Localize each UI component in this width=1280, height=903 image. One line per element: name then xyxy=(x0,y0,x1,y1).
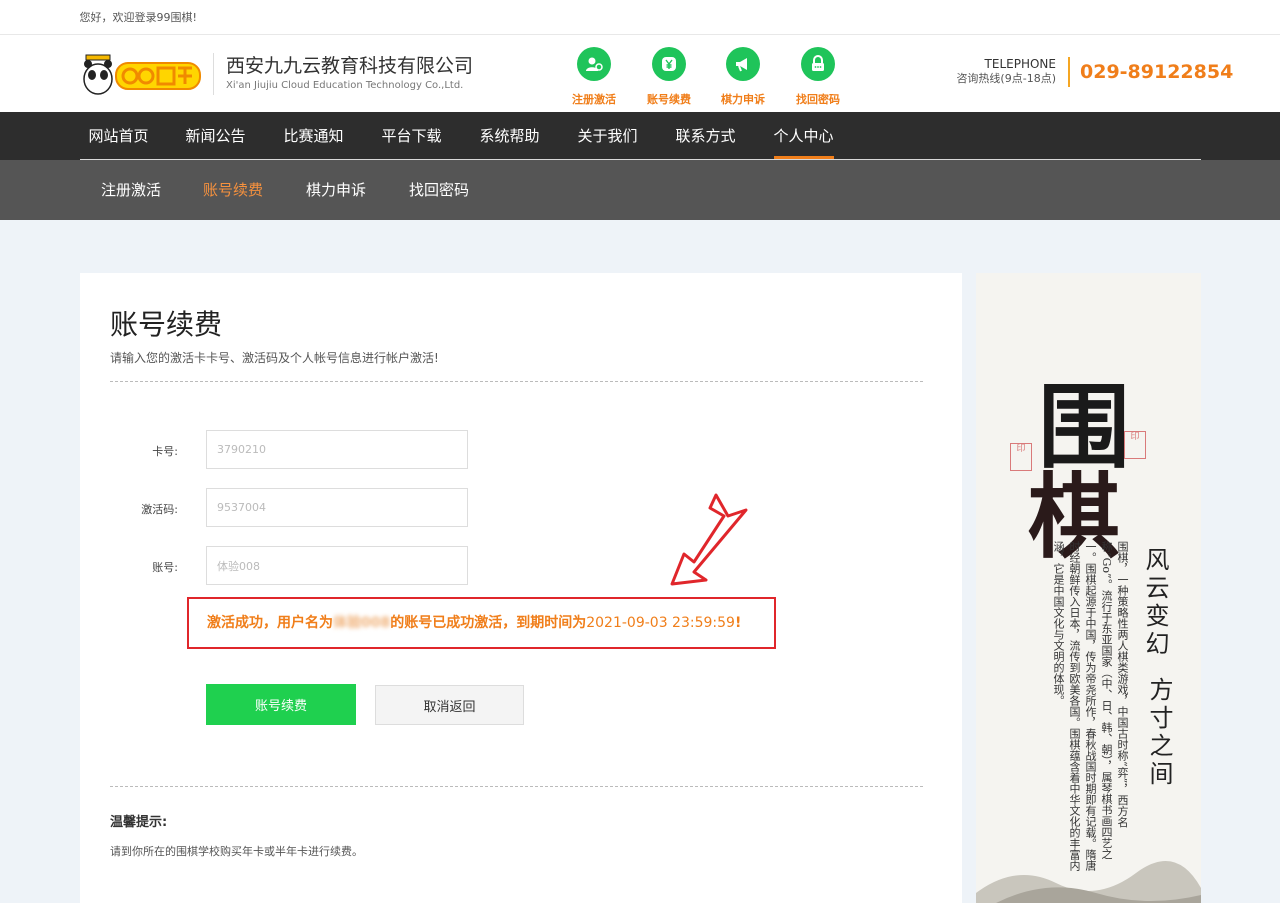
quick-link-label: 棋力申诉 xyxy=(721,93,765,106)
nav-item-competitions[interactable]: 比赛通知 xyxy=(284,112,344,159)
telephone-info: TELEPHONE 咨询热线(9点-18点) xyxy=(956,57,1056,87)
nav-item-personal-center[interactable]: 个人中心 xyxy=(773,112,834,159)
megaphone-icon xyxy=(726,47,760,81)
message-username: 体验008 xyxy=(333,615,391,631)
subnav-item-renew[interactable]: 账号续费 xyxy=(203,160,263,220)
company-name-cn: 西安九九云教育科技有限公司 xyxy=(226,55,474,77)
main-nav: 网站首页 新闻公告 比赛通知 平台下载 系统帮助 关于我们 联系方式 个人中心 xyxy=(0,112,1280,160)
banner-poem-2: 方寸之间 xyxy=(1145,677,1173,789)
divider xyxy=(110,786,923,787)
seal-stamp-icon: 印 xyxy=(1010,443,1032,471)
nav-item-download[interactable]: 平台下载 xyxy=(382,112,442,159)
success-message: 激活成功，用户名为体验008的账号已成功激活，到期时间为2021-09-03 2… xyxy=(187,597,776,649)
company-name-en: Xi'an Jiujiu Cloud Education Technology … xyxy=(226,80,464,91)
nav-item-contact[interactable]: 联系方式 xyxy=(676,112,736,159)
banner-description: 围棋，一种策略性两人棋类游戏，中国古时称“弈”，西方名称“Go”。流行于东亚国家… xyxy=(1052,541,1129,871)
quick-link-appeal[interactable]: 棋力申诉 xyxy=(713,47,773,107)
mountain-landscape-icon xyxy=(976,861,1201,903)
card-number-input[interactable] xyxy=(206,430,468,469)
divider xyxy=(110,381,923,382)
nav-item-home[interactable]: 网站首页 xyxy=(89,112,149,159)
tips-text: 请到你所在的围棋学校购买年卡或半年卡进行续费。 xyxy=(110,845,363,858)
message-suffix: ! xyxy=(734,615,742,631)
quick-link-renew[interactable]: 账号续费 xyxy=(639,47,699,107)
telephone-label: TELEPHONE xyxy=(984,57,1056,71)
activation-code-input[interactable] xyxy=(206,488,468,527)
quick-link-register[interactable]: 注册激活 xyxy=(564,47,624,107)
company-name: 西安九九云教育科技有限公司 Xi'an Jiujiu Cloud Educati… xyxy=(213,53,473,95)
site-header: 西安九九云教育科技有限公司 Xi'an Jiujiu Cloud Educati… xyxy=(0,35,1280,112)
panda-mascot-logo xyxy=(83,54,201,95)
quick-link-label: 找回密码 xyxy=(796,93,840,106)
quick-link-label: 注册激活 xyxy=(572,93,616,106)
weiqi-banner: 围 棋 印 印 风云变幻 方寸之间 围棋，一种策略性两人棋类游戏，中国古时称“弈… xyxy=(976,273,1201,903)
welcome-text: 您好，欢迎登录99围棋! xyxy=(79,11,197,24)
nav-item-news[interactable]: 新闻公告 xyxy=(186,112,246,159)
top-bar: 您好，欢迎登录99围棋! xyxy=(0,0,1280,35)
site-logo[interactable] xyxy=(80,51,202,97)
page-subtitle: 请输入您的激活卡卡号、激活码及个人帐号信息进行帐户激活! xyxy=(110,351,439,365)
account-label: 账号: xyxy=(152,561,178,574)
subnav-item-register[interactable]: 注册激活 xyxy=(101,160,161,220)
quick-link-recover[interactable]: 找回密码 xyxy=(788,47,848,107)
message-expiry-time: 2021-09-03 23:59:59 xyxy=(586,615,735,631)
lock-icon xyxy=(801,47,835,81)
yuan-coin-icon xyxy=(652,47,686,81)
user-add-icon xyxy=(577,47,611,81)
nav-item-help[interactable]: 系统帮助 xyxy=(480,112,540,159)
renew-button[interactable]: 账号续费 xyxy=(206,684,356,725)
nav-item-about[interactable]: 关于我们 xyxy=(578,112,638,159)
account-input[interactable] xyxy=(206,546,468,585)
activation-code-label: 激活码: xyxy=(141,503,178,516)
tips-title: 温馨提示: xyxy=(110,815,168,830)
subnav-item-recover[interactable]: 找回密码 xyxy=(409,160,469,220)
hotline-label: 咨询热线(9点-18点) xyxy=(956,72,1056,85)
page-title: 账号续费 xyxy=(110,308,223,341)
cancel-button[interactable]: 取消返回 xyxy=(375,685,524,725)
subnav-item-appeal[interactable]: 棋力申诉 xyxy=(306,160,366,220)
annotation-arrow-icon xyxy=(670,493,748,586)
banner-poem-1: 风云变幻 xyxy=(1141,547,1169,659)
message-prefix: 激活成功，用户名为 xyxy=(207,615,333,631)
phone-number: 029-89122854 xyxy=(1068,57,1233,87)
renew-form-panel: 账号续费 请输入您的激活卡卡号、激活码及个人帐号信息进行帐户激活! 卡号: 激活… xyxy=(80,273,962,903)
message-middle: 的账号已成功激活，到期时间为 xyxy=(390,615,587,631)
card-number-label: 卡号: xyxy=(152,445,178,458)
sub-nav: 注册激活 账号续费 棋力申诉 找回密码 xyxy=(0,160,1280,220)
quick-link-label: 账号续费 xyxy=(647,93,691,106)
seal-stamp-icon: 印 xyxy=(1124,431,1146,459)
